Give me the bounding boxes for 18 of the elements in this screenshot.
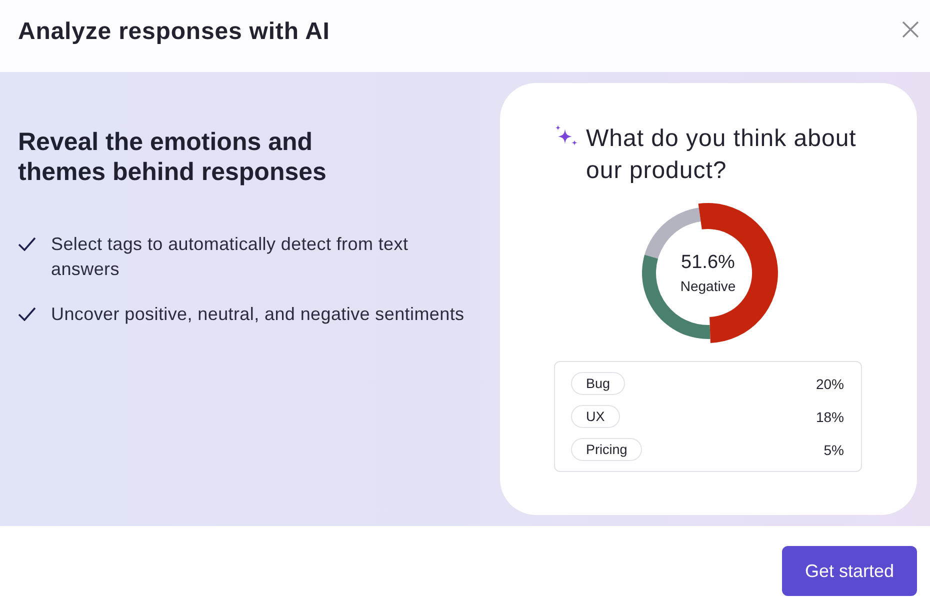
feature-text: Uncover positive, neutral, and negative sentiments bbox=[51, 303, 466, 326]
banner-heading: Reveal the emotions and themes behind responses bbox=[18, 127, 328, 187]
get-started-button[interactable]: Get started bbox=[782, 546, 917, 596]
donut-caption: Negative bbox=[680, 276, 736, 294]
close-button[interactable] bbox=[902, 21, 919, 38]
tag-chip: UX bbox=[571, 405, 620, 428]
tag-percentage: 5% bbox=[824, 442, 844, 458]
dialog-title: Analyze responses with AI bbox=[18, 17, 330, 47]
check-icon bbox=[18, 237, 36, 251]
tag-chip: Pricing bbox=[571, 438, 642, 461]
donut-value: 51.6% bbox=[681, 252, 735, 274]
tag-percentage: 18% bbox=[816, 408, 844, 424]
close-icon bbox=[902, 21, 919, 38]
feature-text: Select tags to automatically detect from text answers bbox=[51, 233, 410, 281]
check-icon bbox=[18, 307, 36, 321]
tag-chip: Bug bbox=[571, 372, 626, 395]
tag-percentage: 20% bbox=[816, 376, 844, 392]
question-text: What do you think about our product? bbox=[586, 124, 858, 186]
